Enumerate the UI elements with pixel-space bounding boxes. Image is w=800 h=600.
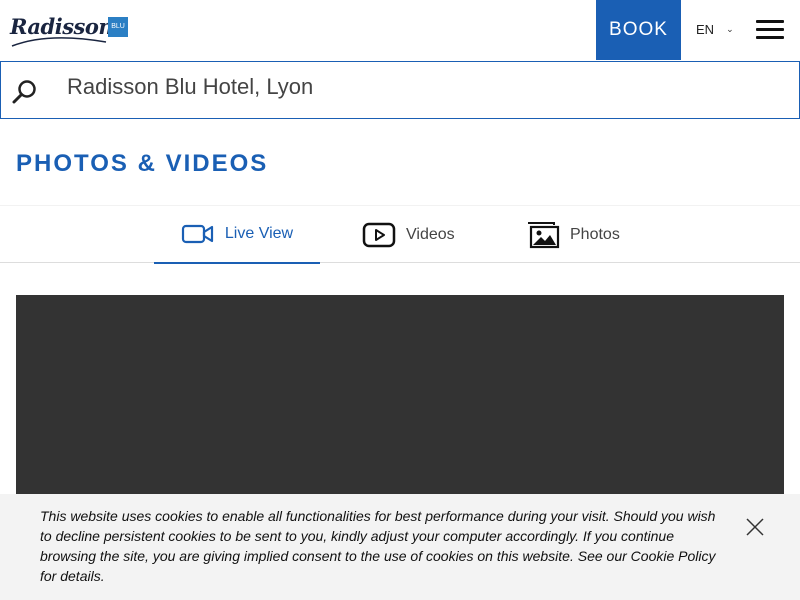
cookie-message: This website uses cookies to enable all …: [40, 506, 730, 586]
tab-label: Videos: [406, 226, 455, 243]
search-icon[interactable]: [11, 78, 39, 106]
header: Radisson BLU BOOK EN ⌄: [0, 0, 800, 60]
language-selector[interactable]: EN ⌄: [696, 22, 734, 37]
chevron-down-icon: ⌄: [726, 24, 734, 34]
tab-label: Live View: [224, 225, 294, 242]
menu-icon[interactable]: [756, 20, 784, 40]
play-icon: [362, 222, 396, 248]
tab-photos[interactable]: Photos: [526, 206, 646, 264]
logo-swoosh: [11, 37, 107, 47]
radisson-blu-logo[interactable]: Radisson BLU: [8, 12, 130, 48]
language-label: EN: [696, 22, 715, 37]
tab-live-view[interactable]: Live View: [154, 206, 320, 264]
tab-label: Photos: [570, 226, 620, 243]
book-button[interactable]: BOOK: [596, 0, 681, 60]
page-title: PHOTOS & VIDEOS: [16, 150, 269, 177]
logo-badge: BLU: [108, 17, 128, 37]
cookie-text: This website uses cookies to enable all …: [40, 508, 716, 564]
video-camera-icon: [181, 224, 214, 244]
search-bar[interactable]: Radisson Blu Hotel, Lyon: [0, 61, 800, 119]
cookie-suffix: for details.: [40, 568, 105, 584]
search-input[interactable]: Radisson Blu Hotel, Lyon: [67, 74, 313, 100]
cookie-banner: This website uses cookies to enable all …: [0, 494, 800, 600]
media-tabs: Live View Videos Photos: [0, 205, 800, 264]
cookie-policy-link[interactable]: Cookie Policy: [631, 548, 716, 564]
close-icon[interactable]: [746, 518, 764, 536]
image-icon: [528, 222, 560, 249]
tab-videos[interactable]: Videos: [362, 206, 482, 264]
